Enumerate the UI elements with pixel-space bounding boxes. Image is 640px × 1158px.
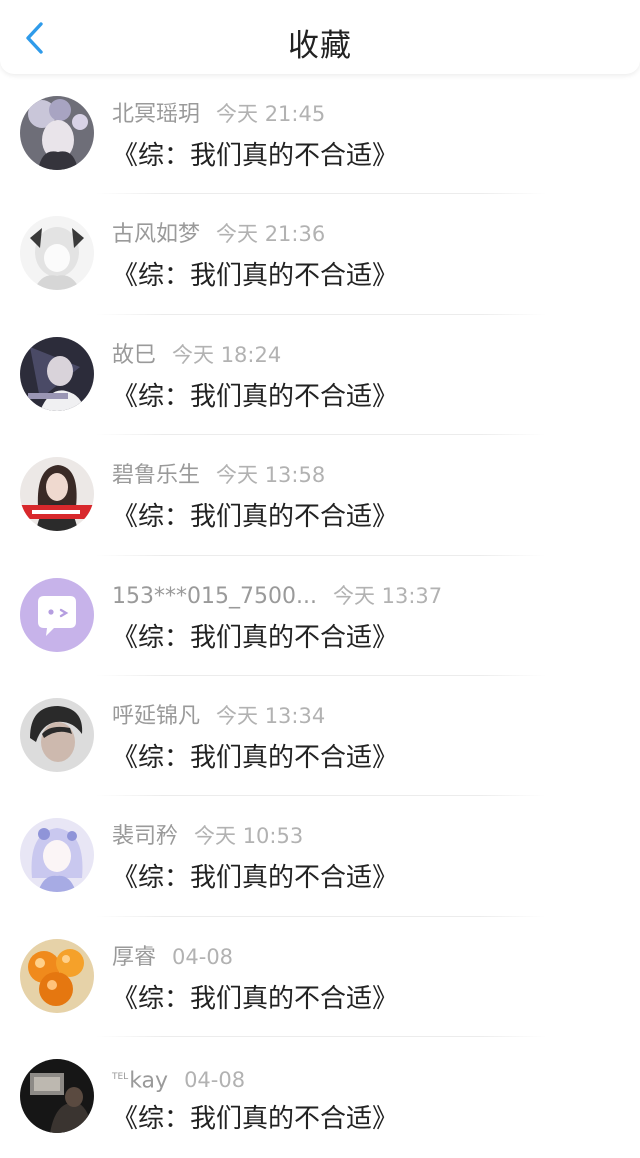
message-text: 《综：我们真的不合适》 [112,141,399,171]
name-line: 碧鲁乐生 今天 13:58 [112,461,325,490]
user-name: 碧鲁乐生 [112,463,201,489]
name-line: 北冥瑶玥 今天 21:45 [112,100,325,129]
list-item[interactable]: 故巳 今天 18:24 《综：我们真的不合适》 [0,315,640,436]
message-text: 《综：我们真的不合适》 [112,381,399,412]
message-text: 《综：我们真的不合适》 [112,863,399,894]
timestamp: 今天 21:45 [216,102,326,126]
name-line: 故巳 今天 18:24 [112,341,281,370]
name-line: 153***015_7500... 今天 13:37 [112,582,442,611]
avatar[interactable] [20,96,94,170]
name-line: TELkay 04-08 [112,1063,245,1095]
user-name: 呼延锦凡 [112,703,201,729]
timestamp: 04-08 [184,1068,246,1093]
top-bar: 收藏 [0,0,640,74]
message-text: 《综：我们真的不合适》 [112,622,399,653]
user-name: 厚睿 [112,944,157,970]
name-prefix: TEL [112,1072,129,1083]
message-text: 《综：我们真的不合适》 [112,742,399,773]
user-name: kay [129,1068,169,1094]
default-avatar[interactable] [20,577,94,652]
name-line: 呼延锦凡 今天 13:34 [112,702,325,731]
list-item[interactable]: TELkay 04-08 《综：我们真的不合适》 [0,1037,640,1157]
user-name: 裴司矜 [112,824,179,850]
avatar[interactable] [20,457,94,532]
message-text: 《综：我们真的不合适》 [112,983,399,1014]
avatar[interactable] [20,1059,94,1134]
timestamp: 今天 21:36 [216,222,326,247]
message-text: 《综：我们真的不合适》 [112,261,399,292]
user-name: 153***015_7500... [112,583,317,609]
name-line: 裴司矜 今天 10:53 [112,822,303,851]
message-text: 《综：我们真的不合适》 [112,1104,399,1135]
page-title: 收藏 [288,28,352,64]
list-item[interactable]: 裴司矜 今天 10:53 《综：我们真的不合适》 [0,796,640,917]
list-item[interactable]: 古风如梦 今天 21:36 《综：我们真的不合适》 [0,194,640,315]
avatar[interactable] [20,938,94,1013]
list-item[interactable]: 呼延锦凡 今天 13:34 《综：我们真的不合适》 [0,676,640,797]
user-name: 古风如梦 [112,222,201,248]
list-item[interactable]: 153***015_7500... 今天 13:37 《综：我们真的不合适》 [0,556,640,676]
timestamp: 今天 10:53 [194,824,304,849]
avatar[interactable] [20,818,94,893]
timestamp: 今天 13:34 [216,703,326,728]
list-item[interactable]: 北冥瑶玥 今天 21:45 《综：我们真的不合适》 [0,74,640,195]
avatar[interactable] [20,336,94,411]
timestamp: 04-08 [172,944,234,969]
avatar[interactable] [20,697,94,772]
timestamp: 今天 18:24 [172,342,282,367]
name-line: 厚睿 04-08 [112,943,233,972]
timestamp: 今天 13:37 [332,583,443,608]
timestamp: 今天 13:58 [216,463,326,488]
avatar[interactable] [20,216,94,291]
user-name: 北冥瑶玥 [112,102,201,127]
list-item[interactable]: 厚睿 04-08 《综：我们真的不合适》 [0,917,640,1038]
list-item[interactable]: 碧鲁乐生 今天 13:58 《综：我们真的不合适》 [0,435,640,556]
user-name: 故巳 [112,342,157,368]
name-line: 古风如梦 今天 21:36 [112,220,325,249]
favorites-list: 北冥瑶玥 今天 21:45 《综：我们真的不合适》 古风如梦 今天 21:36 《综… [0,74,640,1158]
message-text: 《综：我们真的不合适》 [112,502,399,533]
